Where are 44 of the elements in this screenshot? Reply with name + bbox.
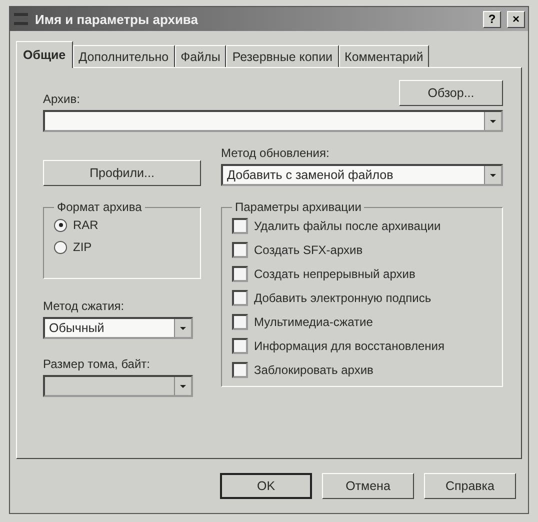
archive-app-icon (13, 11, 29, 27)
volume-size-label: Размер тома, байт: (43, 357, 152, 371)
checkbox[interactable] (232, 338, 248, 354)
checkbox-label: Создать непрерывный архив (254, 267, 416, 281)
browse-button[interactable]: Обзор... (399, 80, 503, 106)
combo-value: Обычный (48, 321, 106, 335)
radio-button[interactable] (54, 240, 67, 254)
dialog-button[interactable]: OK (220, 473, 312, 499)
format-group-title: Формат архива (56, 200, 143, 214)
checkbox-label: Удалить файлы после архивации (254, 219, 441, 233)
archive-label: Архив: (43, 92, 80, 106)
checkbox[interactable] (232, 362, 248, 378)
window-title: Имя и параметры архива (35, 12, 199, 26)
checkbox-label: Информация для восстановления (254, 339, 444, 353)
radio-button[interactable] (54, 218, 67, 232)
checkbox[interactable] (232, 266, 248, 282)
profiles-button[interactable]: Профили... (43, 160, 201, 186)
checkbox[interactable] (232, 314, 248, 330)
compression-label: Метод сжатия: (43, 299, 126, 313)
help-button[interactable]: ? (483, 10, 501, 28)
archive-combo[interactable] (43, 110, 503, 132)
checkbox[interactable] (232, 218, 248, 234)
radio-label: RAR (73, 218, 98, 232)
compression-combo[interactable]: Обычный (43, 317, 193, 339)
tab[interactable]: Файлы (174, 45, 226, 67)
tab[interactable]: Дополнительно (72, 45, 175, 67)
checkbox[interactable] (232, 242, 248, 258)
checkbox[interactable] (232, 290, 248, 306)
options-group-title: Параметры архивации (234, 200, 362, 214)
radio-label: ZIP (73, 240, 92, 254)
tab[interactable]: Комментарий (338, 45, 430, 67)
checkbox-label: Добавить электронную подпись (254, 291, 432, 305)
tab[interactable]: Резервные копии (226, 45, 339, 67)
checkbox-label: Создать SFX-архив (254, 243, 363, 257)
volume-size-combo[interactable] (43, 375, 193, 397)
combo-value: Добавить с заменой файлов (226, 168, 394, 182)
dialog-button[interactable]: Отмена (322, 473, 414, 499)
dialog-button[interactable]: Справка (424, 473, 516, 499)
close-button[interactable]: × (507, 10, 525, 28)
checkbox-label: Заблокировать архив (254, 363, 374, 377)
update-method-combo[interactable]: Добавить с заменой файлов (221, 164, 503, 186)
checkbox-label: Мультимедиа-сжатие (254, 315, 373, 329)
update-method-label: Метод обновления: (221, 146, 330, 160)
tab[interactable]: Общие (16, 41, 73, 68)
